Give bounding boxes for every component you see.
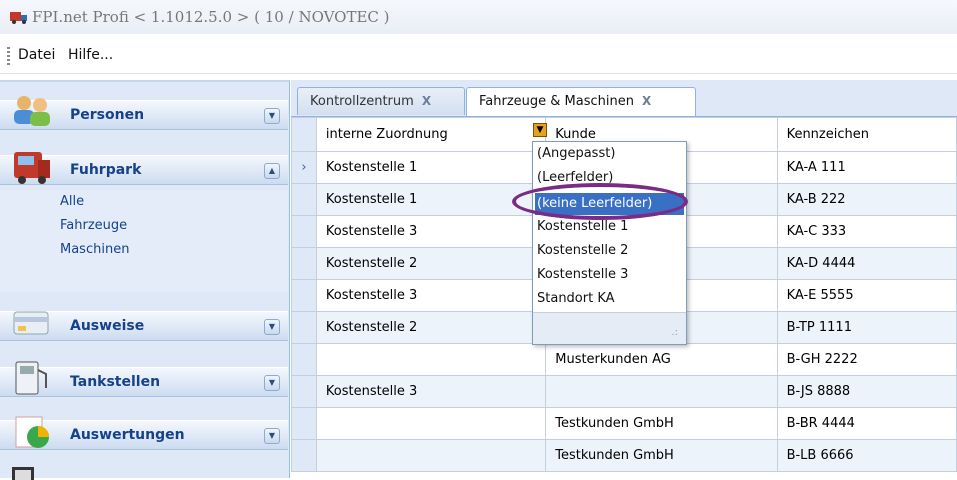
cell[interactable]: Testkunden GmbH (545, 439, 778, 472)
cell[interactable]: B-JS 8888 (776, 375, 957, 408)
chevron-down-icon[interactable]: ▼ (264, 428, 280, 444)
cell[interactable]: Testkunden GmbH (545, 407, 778, 440)
menu-datei[interactable]: Datei (18, 47, 55, 63)
filter-icon[interactable]: ▼ (533, 123, 547, 137)
filter-option-kostenstelle-1[interactable]: Kostenstelle 1 (537, 219, 628, 234)
cell[interactable]: B-BR 4444 (776, 407, 957, 440)
group-title-personen: Personen (70, 107, 145, 123)
tab-kontrollzentrum[interactable]: Kontrollzentrum X (297, 87, 465, 115)
cell[interactable]: KA-C 333 (776, 215, 957, 248)
group-title-ausweise: Ausweise (70, 318, 145, 334)
group-title-fuhrpark: Fuhrpark (70, 162, 142, 178)
title-bar: FPI.net Profi < 1.1012.5.0 > ( 10 / NOVO… (0, 0, 957, 34)
chevron-down-icon[interactable]: ▼ (264, 375, 280, 391)
dropdown-footer: .: (533, 312, 686, 344)
group-auswertungen[interactable]: Auswertungen ▼ (0, 416, 288, 450)
cell[interactable] (315, 439, 547, 472)
row-selector[interactable] (291, 183, 317, 216)
app-truck-icon (10, 12, 27, 24)
cell[interactable]: B-TP 1111 (776, 311, 957, 344)
group-title-tankstellen: Tankstellen (70, 374, 161, 390)
sidebar-item-alle[interactable]: Alle (60, 194, 84, 209)
cell[interactable]: Kostenstelle 3 (315, 215, 547, 248)
cell[interactable] (315, 343, 547, 376)
filter-dropdown: (Angepasst) (Leerfelder) (keine Leerfeld… (532, 141, 687, 345)
row-selector[interactable] (291, 439, 317, 472)
table-row[interactable]: Kostenstelle 3 B-JS 8888 (291, 375, 957, 408)
fuhrpark-items: Alle Fahrzeuge Maschinen (0, 190, 288, 292)
cell[interactable]: Kostenstelle 1 (315, 151, 547, 184)
tab-fahrzeuge-maschinen[interactable]: Fahrzeuge & Maschinen X (466, 87, 696, 117)
cell[interactable]: KA-E 5555 (776, 279, 957, 312)
chart-icon (15, 416, 49, 448)
truck-icon (14, 152, 50, 184)
filter-option-standort-ka[interactable]: Standort KA (537, 291, 615, 306)
close-icon[interactable]: X (422, 94, 431, 108)
fuel-pump-icon (15, 361, 47, 395)
cell[interactable] (545, 375, 778, 408)
row-selector[interactable] (291, 343, 317, 376)
row-selector[interactable] (291, 311, 317, 344)
filter-option-kostenstelle-3[interactable]: Kostenstelle 3 (537, 267, 628, 282)
toolbar-grip[interactable] (7, 47, 10, 65)
cell[interactable]: Kostenstelle 2 (315, 247, 547, 280)
row-selector[interactable] (291, 215, 317, 248)
cell[interactable]: KA-B 222 (776, 183, 957, 216)
tab-label: Fahrzeuge & Maschinen (479, 94, 634, 109)
close-icon[interactable]: X (642, 94, 651, 108)
column-header-kennzeichen[interactable]: Kennzeichen (776, 117, 957, 152)
cell[interactable]: Kostenstelle 2 (315, 311, 547, 344)
cell[interactable]: B-LB 6666 (776, 439, 957, 472)
row-selector[interactable] (291, 247, 317, 280)
current-row-indicator-icon: › (291, 151, 317, 184)
cell[interactable]: Kostenstelle 3 (315, 279, 547, 312)
group-fuhrpark[interactable]: Fuhrpark ▲ (0, 152, 288, 185)
card-icon (13, 311, 49, 335)
navigation-sidebar: Personen ▼ Fuhrpark ▲ Alle Fahrzeuge Mas… (0, 80, 290, 480)
group-tankstellen[interactable]: Tankstellen ▼ (0, 361, 288, 397)
row-selector-header (291, 117, 317, 152)
group-ausweise[interactable]: Ausweise ▼ (0, 311, 288, 341)
people-icon (14, 96, 50, 126)
tab-label: Kontrollzentrum (310, 94, 414, 109)
row-selector[interactable] (291, 279, 317, 312)
sidebar-item-fahrzeuge[interactable]: Fahrzeuge (60, 218, 127, 233)
row-selector[interactable] (291, 407, 317, 440)
filter-option-angepasst[interactable]: (Angepasst) (537, 146, 615, 161)
group-personen[interactable]: Personen ▼ (0, 96, 288, 130)
chevron-down-icon[interactable]: ▼ (264, 319, 280, 335)
table-row[interactable]: Testkunden GmbH B-LB 6666 (291, 439, 957, 472)
column-header-interne-zuordnung[interactable]: interne Zuordnung (315, 117, 547, 152)
resize-grip-icon[interactable]: .: (671, 327, 678, 338)
window-title: FPI.net Profi < 1.1012.5.0 > ( 10 / NOVO… (32, 8, 390, 26)
chevron-down-icon[interactable]: ▼ (264, 108, 280, 124)
filter-option-kostenstelle-2[interactable]: Kostenstelle 2 (537, 243, 628, 258)
menu-bar: Datei Hilfe... (0, 38, 957, 74)
menu-hilfe[interactable]: Hilfe... (68, 47, 113, 63)
cell[interactable]: B-GH 2222 (776, 343, 957, 376)
table-row[interactable]: Musterkunden AG B-GH 2222 (291, 343, 957, 376)
annotation-ellipse (512, 183, 688, 220)
chevron-up-icon[interactable]: ▲ (264, 163, 280, 179)
cell[interactable]: Kostenstelle 3 (315, 375, 547, 408)
cell[interactable] (315, 407, 547, 440)
sidebar-item-maschinen[interactable]: Maschinen (60, 242, 129, 257)
cell[interactable]: KA-D 4444 (776, 247, 957, 280)
group-title-auswertungen: Auswertungen (70, 427, 185, 443)
cell[interactable]: KA-A 111 (776, 151, 957, 184)
cell[interactable]: Musterkunden AG (545, 343, 778, 376)
table-row[interactable]: Testkunden GmbH B-BR 4444 (291, 407, 957, 440)
row-selector[interactable] (291, 375, 317, 408)
